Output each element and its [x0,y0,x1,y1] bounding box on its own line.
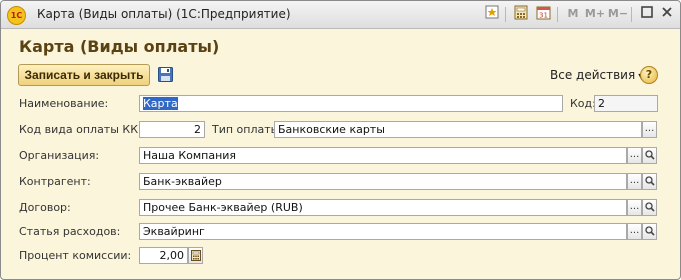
calculator-icon[interactable] [512,5,530,23]
magnifier-icon [644,226,655,236]
counterparty-label: Контрагент: [19,175,91,188]
expense-item-open-button[interactable] [642,223,657,240]
floppy-disk-icon[interactable] [158,67,173,82]
code-input[interactable]: 2 [594,95,658,112]
code-label: Код: [570,97,596,110]
ellipsis-icon: ... [629,201,640,212]
title-bar: 1С Карта (Виды оплаты) (1С:Предприятие) … [1,1,680,29]
memory-button[interactable]: M [564,5,582,23]
close-icon[interactable] [658,5,676,23]
contract-open-button[interactable] [642,199,657,216]
payment-type-input[interactable]: Банковские карты [274,121,642,138]
contract-input[interactable]: Прочее Банк-эквайер (RUB) [139,199,627,216]
calculator-icon [190,250,201,261]
expense-item-input[interactable]: Эквайринг [139,223,627,240]
all-actions-label: Все действия [550,68,636,82]
ellipsis-icon: ... [644,123,655,134]
organization-label: Организация: [19,149,100,162]
organization-input[interactable]: Наша Компания [139,147,627,164]
ellipsis-icon: ... [629,225,640,236]
expense-item-label: Статья расходов: [19,225,121,238]
form-title: Карта (Виды оплаты) [19,37,220,56]
counterparty-open-button[interactable] [642,173,657,190]
name-value: Карта [143,97,178,110]
name-input[interactable]: Карта [139,95,563,112]
commission-input[interactable]: 2,00 [139,247,188,264]
magnifier-icon [644,202,655,212]
memory-minus-button[interactable]: M− [607,5,629,23]
magnifier-icon [644,176,655,186]
payment-type-select-button[interactable]: ... [642,121,657,138]
ellipsis-icon: ... [629,149,640,160]
counterparty-input[interactable]: Банк-эквайер [139,173,627,190]
save-and-close-button[interactable]: Записать и закрыть [18,64,150,86]
commission-label: Процент комиссии: [19,249,132,262]
ellipsis-icon: ... [629,175,640,186]
commission-calculator-button[interactable] [188,247,203,264]
calendar-icon[interactable]: 31 [534,5,552,23]
name-label: Наименование: [19,97,109,110]
app-logo-icon[interactable]: 1С [7,6,26,25]
organization-open-button[interactable] [642,147,657,164]
magnifier-icon [644,150,655,160]
contract-select-button[interactable]: ... [627,199,642,216]
contract-label: Договор: [19,201,71,214]
all-actions-menu[interactable]: Все действия▼ [550,68,644,82]
window-title: Карта (Виды оплаты) (1С:Предприятие) [37,7,291,21]
memory-plus-button[interactable]: M+ [584,5,606,23]
help-icon[interactable]: ? [640,66,658,84]
favorites-icon[interactable] [483,5,501,23]
calendar-day: 31 [539,12,548,20]
payment-type-label: Тип оплаты: [212,123,284,136]
maximize-icon[interactable] [638,5,656,23]
organization-select-button[interactable]: ... [627,147,642,164]
kkm-code-input[interactable]: 2 [139,121,205,138]
form-window: 1С Карта (Виды оплаты) (1С:Предприятие) … [0,0,681,280]
kkm-code-label: Код вида оплаты ККМ: [19,123,152,136]
counterparty-select-button[interactable]: ... [627,173,642,190]
expense-item-select-button[interactable]: ... [627,223,642,240]
